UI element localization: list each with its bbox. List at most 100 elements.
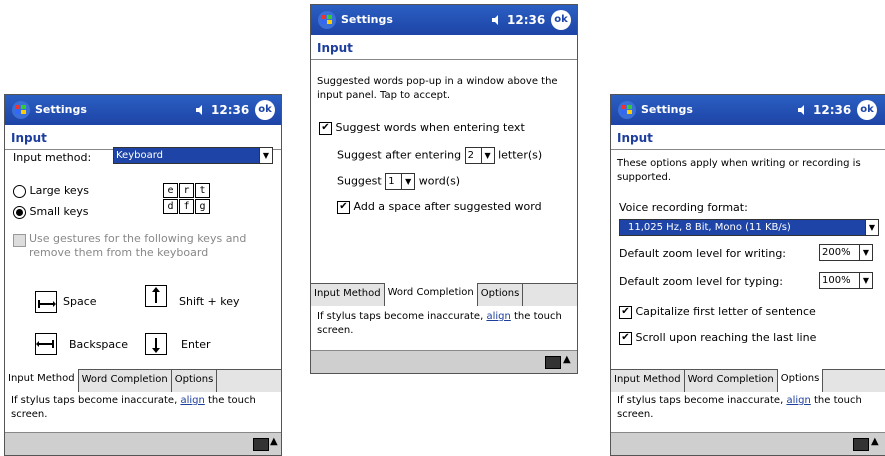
note-text: If stylus taps become inaccurate, [317, 311, 484, 322]
suggest-words-option[interactable]: ✔ Suggest words when entering text [319, 121, 525, 135]
app-title[interactable]: Settings [35, 103, 87, 116]
tab-input-method[interactable]: Input Method [5, 369, 79, 392]
clock[interactable]: 12:36 [813, 103, 851, 117]
speaker-icon[interactable] [797, 104, 809, 116]
align-link[interactable]: align [486, 311, 510, 322]
voice-format-select[interactable]: 11,025 Hz, 8 Bit, Mono (11 KB/s) ▼ [619, 219, 879, 236]
clock[interactable]: 12:36 [211, 103, 249, 117]
suggest-words-checkbox[interactable]: ✔ [319, 121, 332, 135]
input-panel-arrow-icon[interactable]: ▲ [563, 354, 571, 365]
key-sample-row2: dfg [163, 199, 211, 214]
align-link[interactable]: align [180, 395, 204, 406]
page-title: Input [611, 125, 885, 150]
chevron-down-icon[interactable]: ▼ [859, 273, 872, 288]
large-keys-option[interactable]: Large keys [13, 184, 89, 198]
words-select[interactable]: 1 ▼ [385, 173, 416, 190]
enter-gesture-icon [145, 333, 167, 355]
ok-button[interactable]: ok [551, 10, 571, 30]
add-space-checkbox[interactable]: ✔ [337, 200, 350, 214]
app-title[interactable]: Settings [641, 103, 693, 116]
add-space-option[interactable]: ✔ Add a space after suggested word [337, 200, 542, 214]
tab-word-completion[interactable]: Word Completion [79, 370, 172, 392]
screen-word-completion: Settings 12:36 ok Input Suggested words … [310, 4, 578, 374]
suggest-after-label: Suggest after entering [337, 148, 462, 162]
words-unit: word(s) [418, 174, 461, 188]
space-gesture-icon [35, 291, 57, 313]
voice-format-value: 11,025 Hz, 8 Bit, Mono (11 KB/s) [628, 222, 791, 233]
speaker-icon[interactable] [195, 104, 207, 116]
tab-options[interactable]: Options [478, 284, 524, 306]
zoom-writing-select[interactable]: 200% ▼ [819, 244, 873, 261]
suggest-words-label: Suggest words when entering text [335, 121, 525, 134]
words-value: 1 [388, 176, 395, 187]
title-bar: Settings 12:36 ok [5, 95, 281, 125]
clock[interactable]: 12:36 [507, 13, 545, 27]
start-flag-icon[interactable] [317, 10, 337, 30]
align-note: If stylus taps become inaccurate, align … [317, 310, 571, 338]
chevron-down-icon[interactable]: ▼ [480, 148, 494, 163]
tab-filler [217, 370, 281, 392]
key-sample: r [179, 183, 194, 198]
input-method-row: Input method: [13, 151, 91, 164]
small-keys-radio[interactable] [13, 205, 26, 219]
ok-button[interactable]: ok [857, 100, 877, 120]
enter-label: Enter [181, 338, 211, 351]
tab-options[interactable]: Options [172, 370, 218, 392]
add-space-label: Add a space after suggested word [353, 200, 542, 213]
speaker-icon[interactable] [491, 14, 503, 26]
small-keys-label: Small keys [29, 205, 89, 218]
letters-select[interactable]: 2 ▼ [464, 147, 495, 164]
scroll-option[interactable]: ✔ Scroll upon reaching the last line [619, 331, 816, 345]
tab-word-completion[interactable]: Word Completion [384, 283, 478, 306]
chevron-down-icon[interactable]: ▼ [865, 220, 878, 235]
menu-bar: ▲ [311, 350, 577, 373]
voice-format-label: Voice recording format: [619, 201, 748, 214]
tab-bar: Input Method Word Completion Options [611, 369, 885, 392]
tab-input-method[interactable]: Input Method [611, 370, 685, 392]
input-method-select[interactable]: Keyboard ▼ [113, 147, 273, 164]
space-label: Space [63, 295, 97, 308]
shift-key-label: Shift + key [179, 295, 240, 308]
keyboard-icon[interactable] [253, 438, 269, 451]
start-flag-icon[interactable] [11, 100, 31, 120]
large-keys-radio[interactable] [13, 184, 26, 198]
align-link[interactable]: align [786, 395, 810, 406]
tab-filler [823, 370, 885, 392]
tab-options[interactable]: Options [777, 369, 824, 392]
backspace-label: Backspace [69, 338, 128, 351]
title-bar: Settings 12:36 ok [611, 95, 885, 125]
suggest-label: Suggest [337, 174, 382, 188]
align-note: If stylus taps become inaccurate, align … [617, 394, 879, 422]
keyboard-icon[interactable] [545, 356, 561, 369]
screen-input-method: Settings 12:36 ok Input Input method: Ke… [4, 94, 282, 456]
small-keys-option[interactable]: Small keys [13, 205, 89, 219]
menu-bar: ▲ [611, 432, 885, 455]
input-method-value: Keyboard [116, 150, 164, 161]
tab-input-method[interactable]: Input Method [311, 284, 385, 306]
large-keys-label: Large keys [29, 184, 89, 197]
title-bar: Settings 12:36 ok [311, 5, 577, 35]
menu-bar: ▲ [5, 432, 281, 455]
gestures-checkbox[interactable] [13, 234, 26, 247]
chevron-down-icon[interactable]: ▼ [401, 174, 414, 189]
key-sample: f [179, 199, 194, 214]
input-panel-arrow-icon[interactable]: ▲ [871, 436, 879, 447]
tab-word-completion[interactable]: Word Completion [685, 370, 778, 392]
chevron-down-icon[interactable]: ▼ [259, 148, 272, 163]
zoom-typing-value: 100% [822, 275, 851, 286]
align-note: If stylus taps become inaccurate, align … [11, 394, 275, 422]
capitalize-checkbox[interactable]: ✔ [619, 305, 632, 319]
zoom-typing-select[interactable]: 100% ▼ [819, 272, 873, 289]
scroll-label: Scroll upon reaching the last line [635, 331, 817, 344]
chevron-down-icon[interactable]: ▼ [859, 245, 872, 260]
note-text: If stylus taps become inaccurate, [617, 395, 784, 406]
input-panel-arrow-icon[interactable]: ▲ [270, 436, 278, 447]
scroll-checkbox[interactable]: ✔ [619, 331, 632, 345]
keyboard-icon[interactable] [853, 438, 869, 451]
app-title[interactable]: Settings [341, 13, 393, 26]
ok-button[interactable]: ok [255, 100, 275, 120]
key-sample: g [195, 199, 210, 214]
start-flag-icon[interactable] [617, 100, 637, 120]
gestures-option[interactable]: Use gestures for the following keys and … [13, 232, 273, 260]
capitalize-option[interactable]: ✔ Capitalize first letter of sentence [619, 305, 816, 319]
